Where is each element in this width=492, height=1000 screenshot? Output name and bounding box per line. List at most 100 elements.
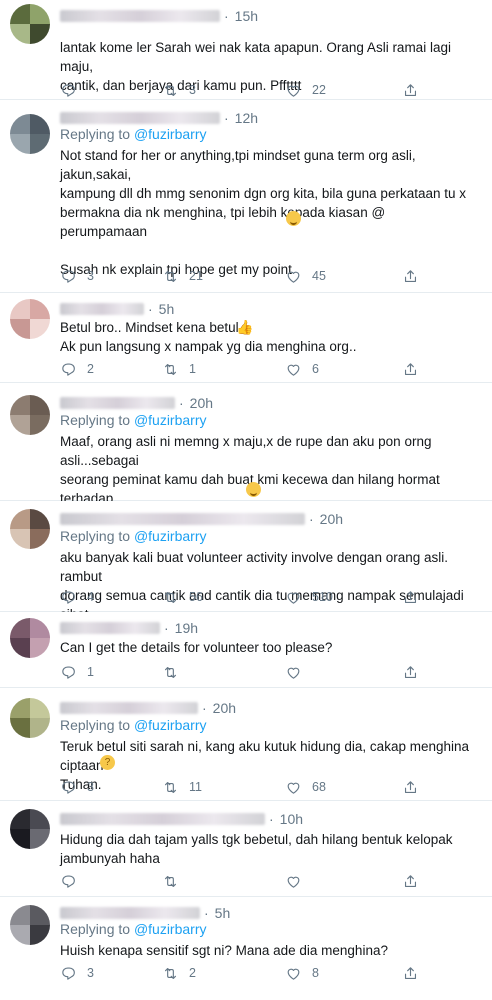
retweet-button[interactable] <box>162 873 209 890</box>
reply-button[interactable]: 3 <box>60 779 107 796</box>
author-name-blurred[interactable] <box>60 303 144 315</box>
reply-button[interactable]: 4 <box>60 589 107 606</box>
reply-count: 3 <box>87 269 94 283</box>
retweet-icon <box>162 965 179 982</box>
share-button[interactable] <box>402 965 419 982</box>
like-button[interactable]: 22 <box>285 82 332 99</box>
tweet[interactable]: · 15h lantak kome ler Sarah wei nak kata… <box>0 0 492 100</box>
author-name-blurred[interactable] <box>60 622 160 634</box>
tweet-timestamp[interactable]: 20h <box>320 511 343 527</box>
grinning-sweat-emoji-icon <box>286 211 301 226</box>
avatar[interactable] <box>10 809 50 849</box>
replying-to-handle[interactable]: @fuzirbarry <box>134 717 207 733</box>
tweet[interactable]: · 5h Betul bro.. Mindset kena betul.. Ak… <box>0 293 492 383</box>
retweet-icon <box>162 268 179 285</box>
tweet[interactable]: · 10h Hidung dia dah tajam yalls tgk beb… <box>0 801 492 897</box>
tweet-timestamp[interactable]: 12h <box>235 110 258 126</box>
tweet-header: · 20h <box>60 698 482 718</box>
relieved-face-emoji-icon <box>246 482 261 497</box>
like-button[interactable]: 68 <box>285 779 332 796</box>
share-button[interactable] <box>402 268 419 285</box>
tweet-header: · 15h <box>60 6 482 26</box>
heart-icon <box>285 779 302 796</box>
like-button[interactable]: 510 <box>285 589 333 606</box>
share-button[interactable] <box>402 779 419 796</box>
tweet-timestamp[interactable]: 20h <box>190 395 213 411</box>
avatar[interactable] <box>10 299 50 339</box>
tweet[interactable]: · 5h Replying to @fuzirbarry Huish kenap… <box>0 897 492 1000</box>
replying-to-handle[interactable]: @fuzirbarry <box>134 528 207 544</box>
share-button[interactable] <box>402 589 419 606</box>
retweet-icon <box>162 589 179 606</box>
reply-count: 2 <box>87 362 94 376</box>
share-button[interactable] <box>402 664 419 681</box>
tweet-actions: 3 21 45 <box>60 266 420 286</box>
share-button[interactable] <box>402 82 419 99</box>
tweet-text: Not stand for her or anything,tpi mindse… <box>60 146 478 317</box>
reply-button[interactable]: 3 <box>60 268 107 285</box>
reply-icon <box>60 664 77 681</box>
author-name-blurred[interactable] <box>60 702 198 714</box>
share-icon <box>402 779 419 796</box>
like-button[interactable]: 8 <box>285 965 332 982</box>
tweet[interactable]: · 19h Can I get the details for voluntee… <box>0 612 492 688</box>
tweet-timestamp[interactable]: 5h <box>159 301 175 317</box>
retweet-button[interactable]: 56 <box>162 589 209 606</box>
like-button[interactable]: 45 <box>285 268 332 285</box>
reply-button[interactable]: 3 <box>60 965 107 982</box>
reply-icon <box>60 779 77 796</box>
reply-button[interactable]: 2 <box>60 361 107 378</box>
replying-to-label: Replying to <box>60 717 131 733</box>
avatar[interactable] <box>10 618 50 658</box>
tweet[interactable]: · 20h Replying to @fuzirbarry aku banyak… <box>0 501 492 622</box>
replying-to-handle[interactable]: @fuzirbarry <box>134 126 207 142</box>
tweet[interactable]: · 12h Replying to @fuzirbarry Not stand … <box>0 100 492 315</box>
retweet-icon <box>162 873 179 890</box>
share-button[interactable] <box>402 873 419 890</box>
tweet-timestamp[interactable]: 5h <box>215 905 231 921</box>
reply-button[interactable] <box>60 82 107 99</box>
tweet[interactable]: · 20h Replying to @fuzirbarry Maaf, oran… <box>0 383 492 563</box>
tweet-header: · 10h <box>60 809 482 829</box>
like-button[interactable] <box>285 873 332 890</box>
author-name-blurred[interactable] <box>60 813 265 825</box>
retweet-button[interactable]: 21 <box>162 268 209 285</box>
author-name-blurred[interactable] <box>60 112 220 124</box>
tweet-timestamp[interactable]: 10h <box>280 811 303 827</box>
replying-to-handle[interactable]: @fuzirbarry <box>134 412 207 428</box>
heart-icon <box>285 873 302 890</box>
avatar[interactable] <box>10 905 50 945</box>
author-name-blurred[interactable] <box>60 397 175 409</box>
tweet-actions: 2 1 6 <box>60 359 420 379</box>
avatar[interactable] <box>10 509 50 549</box>
heart-icon <box>285 589 302 606</box>
tweet-timestamp[interactable]: 19h <box>175 620 198 636</box>
avatar[interactable] <box>10 114 50 154</box>
retweet-count: 2 <box>189 966 196 980</box>
replying-to-handle[interactable]: @fuzirbarry <box>134 921 207 937</box>
tweet-actions: 3 2 8 <box>60 963 420 983</box>
tweet-header: · 20h <box>60 393 482 413</box>
avatar[interactable] <box>10 698 50 738</box>
author-name-blurred[interactable] <box>60 907 200 919</box>
tweet-actions: 4 56 510 <box>60 587 420 607</box>
tweet-timestamp[interactable]: 15h <box>235 8 258 24</box>
author-name-blurred[interactable] <box>60 513 305 525</box>
reply-count: 3 <box>87 780 94 794</box>
retweet-button[interactable]: 2 <box>162 965 209 982</box>
share-button[interactable] <box>402 361 419 378</box>
like-button[interactable] <box>285 664 332 681</box>
author-name-blurred[interactable] <box>60 10 220 22</box>
reply-button[interactable] <box>60 873 107 890</box>
tweet[interactable]: · 20h Replying to @fuzirbarry Teruk betu… <box>0 688 492 801</box>
retweet-button[interactable]: 1 <box>162 361 209 378</box>
reply-button[interactable]: 1 <box>60 664 107 681</box>
avatar[interactable] <box>10 4 50 44</box>
tweet-timestamp[interactable]: 20h <box>213 700 236 716</box>
retweet-button[interactable]: 3 <box>162 82 209 99</box>
reply-icon <box>60 589 77 606</box>
retweet-button[interactable] <box>162 664 209 681</box>
like-button[interactable]: 6 <box>285 361 332 378</box>
avatar[interactable] <box>10 395 50 435</box>
retweet-button[interactable]: 11 <box>162 779 209 796</box>
